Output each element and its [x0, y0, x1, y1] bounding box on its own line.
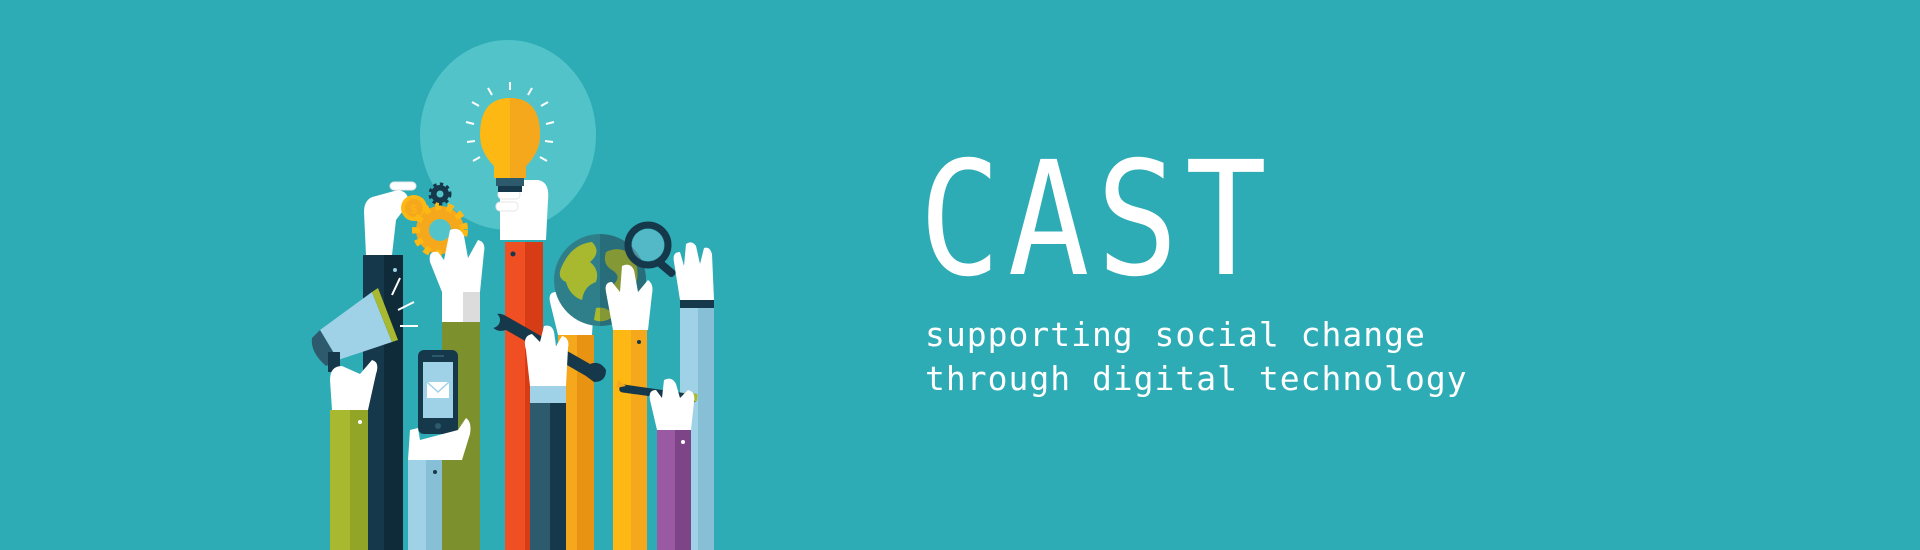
- brand-title: CAST: [919, 128, 1274, 312]
- arm-purple: [657, 430, 691, 550]
- raised-hands-illustration: $: [311, 40, 714, 550]
- envelope-icon: [426, 381, 450, 398]
- hero-banner: $ CAST supporting social change through …: [0, 0, 1920, 550]
- arm-lime-left: [330, 410, 368, 550]
- tagline-line-1: supporting social change: [925, 315, 1426, 354]
- brand-tagline: supporting social change through digital…: [925, 313, 1468, 401]
- brand-block: CAST supporting social change through di…: [919, 141, 1468, 401]
- arm-slate: [530, 385, 566, 550]
- tagline-line-2: through digital technology: [925, 359, 1468, 398]
- arm-sky-phone: [408, 460, 442, 550]
- arm-amber-right: [613, 330, 647, 550]
- raised-hand-icon: [673, 242, 714, 300]
- svg-text:$: $: [410, 202, 418, 216]
